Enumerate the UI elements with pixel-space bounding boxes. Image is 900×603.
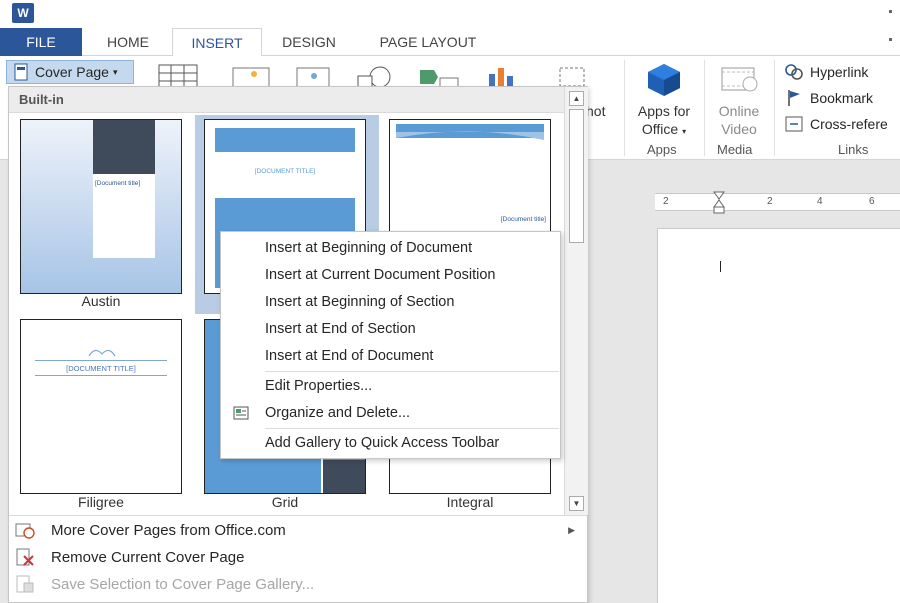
group-separator [704,60,705,156]
scroll-thumb[interactable] [569,109,584,243]
ruler-tick: 2 [663,196,669,207]
horizontal-ruler: 2 2 4 6 [655,191,900,214]
bookmark-icon [784,89,804,107]
organize-icon [233,406,249,420]
blue-band-top [215,128,355,152]
menu-separator [265,371,559,372]
text-cursor [720,261,721,272]
group-label-apps: Apps [647,142,677,157]
cover-name-grid: Grid [271,494,299,510]
online-video-label-2: Video [721,121,757,137]
save-selection-item[interactable]: Save Selection to Cover Page Gallery... [9,571,587,597]
menu-item-edit-properties[interactable]: Edit Properties... [221,373,560,400]
online-video-icon[interactable] [720,64,760,94]
tab-page-layout[interactable]: PAGE LAYOUT [360,28,496,56]
menu-item-insert-end-section[interactable]: Insert at End of Section [221,316,560,343]
document-page[interactable] [657,228,900,603]
cross-reference-button[interactable]: Cross-refere [784,113,888,135]
cross-reference-icon [784,115,804,133]
group-label-links: Links [838,142,869,157]
bookmark-label: Bookmark [810,90,874,106]
group-separator [624,60,625,156]
ribbon-tab-row: FILE HOME INSERT DESIGN PAGE LAYOUT [0,28,900,57]
cross-reference-label: Cross-refere [810,116,888,132]
insert-context-menu: Insert at Beginning of Document Insert a… [220,231,561,459]
menu-item-insert-beginning-document[interactable]: Insert at Beginning of Document [221,235,560,262]
cover-name-austin: Austin [81,293,121,309]
apps-for-office-label-1: Apps for [637,103,691,119]
hyperlink-icon [784,63,804,81]
ruler-tick: 2 [767,196,773,207]
cover-name-filigree: Filigree [78,494,124,510]
menu-item-add-to-quick-access[interactable]: Add Gallery to Quick Access Toolbar [221,430,560,457]
grid-dark-block [323,460,365,493]
filigree-title: [DOCUMENT TITLE] [66,364,136,373]
cover-thumbnail-filigree[interactable]: [DOCUMENT TITLE] [20,319,182,494]
chevron-down-icon: ▾ [682,127,687,136]
ribbon-options-dot [889,38,892,41]
menu-item-organize-delete[interactable]: Organize and Delete... [221,400,560,427]
save-to-gallery-icon [13,574,37,594]
indent-marker-icon[interactable] [713,191,725,215]
organize-delete-label: Organize and Delete... [265,405,411,421]
menu-item-insert-current-position[interactable]: Insert at Current Document Position [221,262,560,289]
wave-header-icon [396,124,544,140]
apps-for-office-icon[interactable] [645,62,683,96]
tab-insert[interactable]: INSERT [172,28,262,57]
hyperlink-button[interactable]: Hyperlink [784,61,868,83]
chevron-down-icon: ▾ [112,66,118,77]
screenshot-label[interactable]: hot [586,102,605,120]
office-com-icon [13,520,37,540]
hyperlink-label: Hyperlink [810,64,869,80]
menu-separator [265,428,559,429]
menu-item-insert-beginning-section[interactable]: Insert at Beginning of Section [221,289,560,316]
more-cover-pages-label: More Cover Pages from Office.com [51,521,286,539]
bookmark-button[interactable]: Bookmark [784,87,873,109]
ruler-tick: 4 [817,196,823,207]
cover-name-integral: Integral [446,494,494,510]
group-label-media: Media [717,142,753,157]
online-video-button[interactable]: Online Video [710,102,768,138]
apps-for-office-button[interactable]: Apps for Office ▾ [630,102,698,141]
remove-cover-page-icon [13,547,37,567]
cover-page-icon [14,63,28,81]
tab-home[interactable]: HOME [92,28,164,56]
title-bar: W [0,0,900,28]
cover-page-button[interactable]: Cover Page ▾ [6,60,134,84]
apps-for-office-label-2-text: Office [641,121,679,137]
menu-item-insert-end-document[interactable]: Insert at End of Document [221,343,560,370]
gallery-section-header: Built-in [9,87,564,113]
austin-title: [Document title] [95,180,141,187]
remove-cover-page-item[interactable]: Remove Current Cover Page [9,544,587,570]
cover-thumbnail-austin[interactable]: [Document title] [20,119,182,294]
wave-title: [Document title] [500,216,546,223]
group-separator [774,60,775,156]
blue-bands-title: [DOCUMENT TITLE] [254,168,316,175]
scroll-down-icon[interactable]: ▼ [569,496,584,511]
apps-for-office-label-2: Office ▾ [630,120,698,141]
tab-file[interactable]: FILE [0,28,82,56]
cover-page-label: Cover Page [35,64,109,80]
online-video-label-1: Online [718,103,760,119]
more-cover-pages-item[interactable]: More Cover Pages from Office.com ▶ [9,517,587,543]
gallery-footer-separator [9,515,587,516]
austin-header-block [93,120,155,174]
filigree-ornament-icon [88,349,116,357]
word-app-icon[interactable]: W [12,3,34,23]
filigree-rule [35,375,167,376]
submenu-arrow-icon: ▶ [568,524,575,535]
gallery-scrollbar[interactable]: ▲ ▼ [564,87,588,515]
filigree-rule [35,360,167,361]
builtin-label: Built-in [19,92,64,107]
scroll-up-icon[interactable]: ▲ [569,91,584,106]
save-selection-label: Save Selection to Cover Page Gallery... [51,575,315,593]
remove-cover-page-label: Remove Current Cover Page [51,548,245,566]
tab-design[interactable]: DESIGN [270,28,348,56]
ruler-tick: 6 [869,196,875,207]
window-control-dot [889,10,892,13]
